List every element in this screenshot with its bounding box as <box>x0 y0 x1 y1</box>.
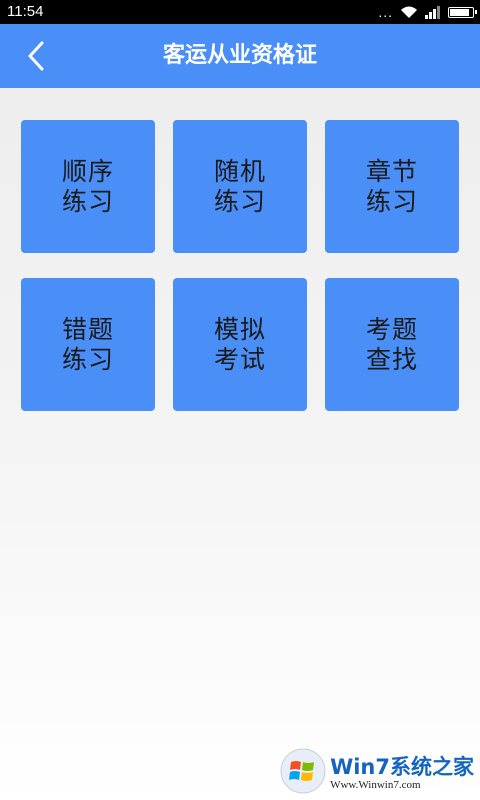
battery-icon <box>448 6 477 18</box>
tile-chapter-practice[interactable]: 章节练习 <box>325 120 459 253</box>
watermark-brand: Win7系统之家 <box>330 755 474 779</box>
notification-dots: ... <box>378 4 393 20</box>
tile-label: 章节练习 <box>365 156 418 216</box>
wifi-icon <box>401 6 417 18</box>
tile-label: 随机练习 <box>213 156 266 216</box>
title-bar: 客运从业资格证 <box>0 24 480 88</box>
tile-label: 顺序练习 <box>61 156 114 216</box>
tile-mock-exam[interactable]: 模拟考试 <box>173 278 307 411</box>
watermark-url: Www.Winwin7.com <box>330 779 421 791</box>
status-time: 11:54 <box>7 3 44 20</box>
tile-random-practice[interactable]: 随机练习 <box>173 120 307 253</box>
status-icons: ... <box>378 0 477 24</box>
windows-logo-icon <box>280 748 326 794</box>
watermark: Win7系统之家 Www.Winwin7.com <box>280 746 474 796</box>
tile-label: 考题查找 <box>365 314 418 374</box>
signal-icon <box>425 6 440 19</box>
status-bar: 11:54 ... <box>0 0 480 24</box>
tile-label: 错题练习 <box>61 314 114 374</box>
tile-label: 模拟考试 <box>213 314 266 374</box>
tile-question-search[interactable]: 考题查找 <box>325 278 459 411</box>
tile-sequential-practice[interactable]: 顺序练习 <box>21 120 155 253</box>
tile-wrong-questions-practice[interactable]: 错题练习 <box>21 278 155 411</box>
page-title: 客运从业资格证 <box>162 43 317 68</box>
